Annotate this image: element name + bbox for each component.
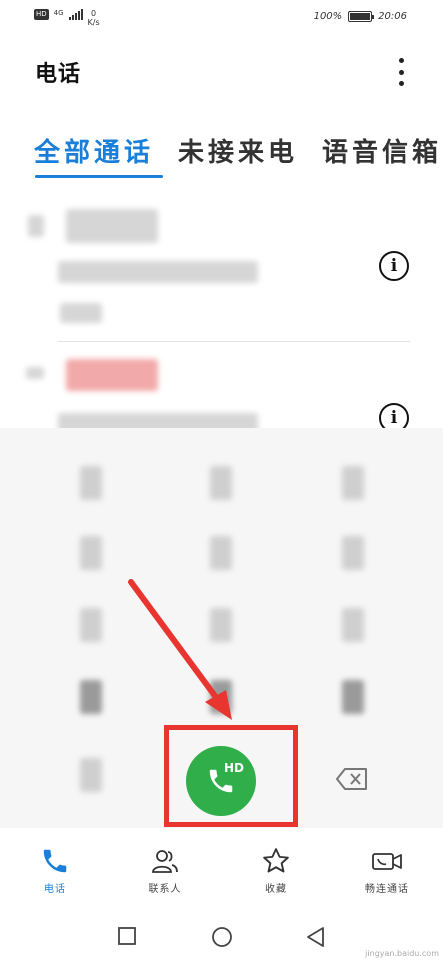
net-speed: 0 K/s [88,9,100,27]
star-icon [263,848,289,873]
backspace-icon[interactable] [336,768,368,790]
tab-indicator [35,175,163,178]
recents-icon[interactable] [117,926,137,946]
more-vert-icon[interactable] [393,58,409,86]
call-details [58,261,258,283]
dial-key-9[interactable] [342,608,364,642]
page-title: 电话 [35,62,82,87]
hd-badge: HD [34,9,49,20]
call-details [58,413,258,428]
call-type-icon [26,367,44,379]
phone-icon [43,849,67,873]
dial-key-0[interactable] [210,680,232,714]
home-icon[interactable] [211,926,233,948]
nav-favorites-label: 收藏 [265,884,287,895]
system-nav-bar: jingyan.baidu.com [0,912,443,960]
net-speed-unit: K/s [87,18,100,27]
network-group: 4G [54,9,64,17]
nav-phone-label: 电话 [44,884,66,895]
battery-percent: 100% [313,11,343,22]
clock: 20:06 [378,11,407,22]
watermark: jingyan.baidu.com [365,949,439,958]
dial-key-star[interactable] [80,680,102,714]
dial-key-4[interactable] [80,536,102,570]
call-type-icon [28,215,44,237]
hd-label: HD [223,761,244,775]
tab-voicemail[interactable]: 语音信箱 [322,132,442,169]
dial-key-6[interactable] [342,536,364,570]
dial-key-5[interactable] [210,536,232,570]
nav-contacts-label: 联系人 [148,884,182,895]
signal-icon [68,9,83,20]
dial-key-1[interactable] [80,466,102,500]
dial-key-7[interactable] [80,608,102,642]
status-bar: HD 4G 0 K/s 100% 20:06 [0,0,443,36]
tab-all-calls[interactable]: 全部通话 [34,132,154,169]
bottom-nav: 电话 联系人 收藏 畅连通话 [0,840,443,910]
nav-phone[interactable]: 电话 [10,846,100,895]
call-time [60,303,102,323]
dialpad: HD [0,428,443,828]
tab-missed-calls[interactable]: 未接来电 [178,132,298,169]
dial-key-3[interactable] [342,466,364,500]
net-speed-value: 0 [91,9,97,18]
video-call-icon [372,853,402,870]
contacts-icon [152,850,178,873]
dial-key-extra[interactable] [80,758,102,792]
nav-meetime[interactable]: 畅连通话 [342,846,432,895]
info-icon[interactable]: i [379,403,409,428]
contact-name-missed [66,359,158,391]
tab-bar: 全部通话 未接来电 语音信箱 [34,132,442,169]
dial-key-8[interactable] [210,608,232,642]
dial-key-hash[interactable] [342,680,364,714]
network-type: 4G [53,9,64,17]
call-button[interactable]: HD [186,746,256,816]
call-log-item[interactable]: i [0,195,443,340]
nav-contacts[interactable]: 联系人 [120,846,210,895]
status-left: HD 4G 0 K/s [34,9,100,27]
info-icon[interactable]: i [379,251,409,281]
divider [58,341,410,342]
nav-favorites[interactable]: 收藏 [231,846,321,895]
back-icon[interactable] [305,926,325,948]
contact-name [66,209,158,243]
nav-meetime-label: 畅连通话 [365,884,409,895]
status-right: 100% 20:06 [314,11,407,22]
dial-key-2[interactable] [210,466,232,500]
call-log-item[interactable]: i [0,345,443,428]
battery-icon [348,11,375,22]
call-log-list: i i [0,195,443,428]
